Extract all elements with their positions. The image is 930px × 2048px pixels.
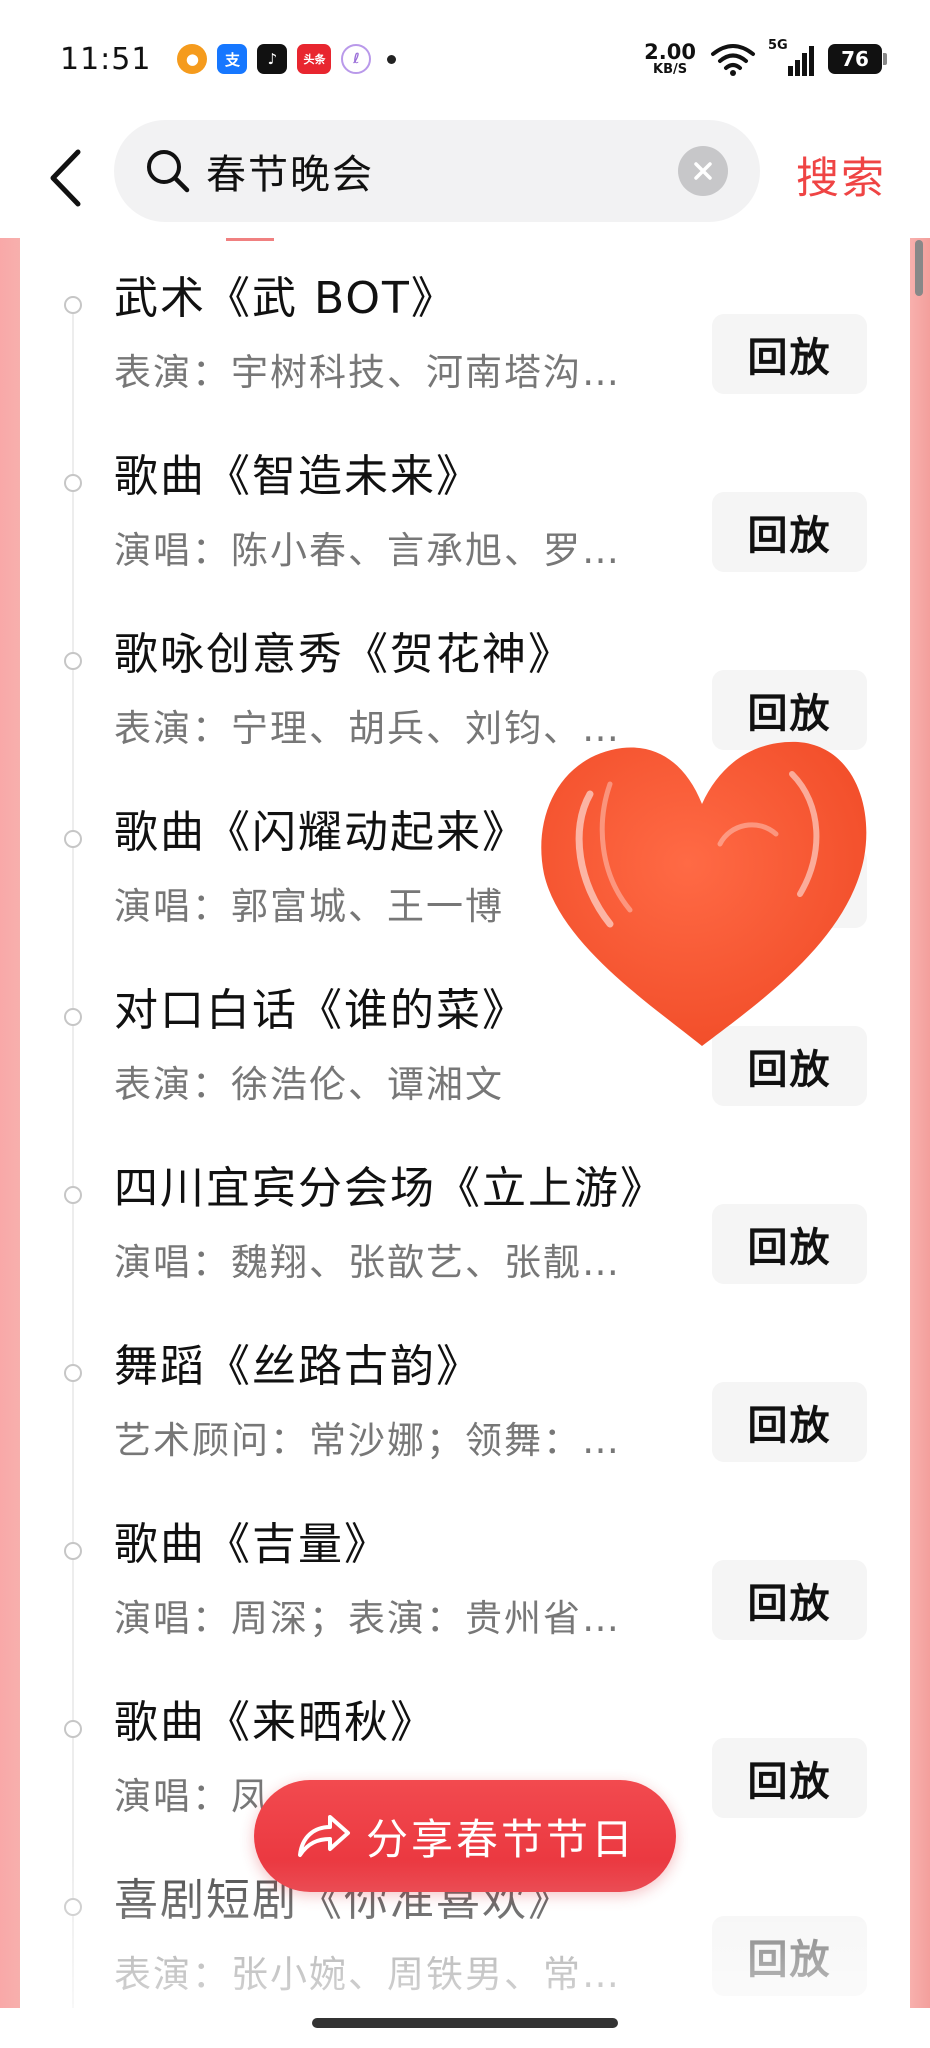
timeline-dot — [64, 1898, 82, 1916]
replay-button[interactable]: 回放 — [712, 314, 867, 394]
net-speed-value: 2.00 — [644, 40, 696, 64]
timeline-dot — [64, 1720, 82, 1738]
timeline-dot — [64, 830, 82, 848]
program-title[interactable]: 歌曲《吉量》 — [114, 1516, 390, 1574]
nav-bar — [0, 2008, 930, 2048]
share-arrow-icon — [294, 1807, 352, 1865]
program-title[interactable]: 武术《武 BOT》 — [114, 270, 457, 328]
replay-button[interactable]: 回放 — [712, 492, 867, 572]
signal-bar-4 — [809, 46, 814, 76]
signal-bar-2 — [795, 60, 800, 76]
program-performers: 演唱：陈小春、言承旭、罗… — [114, 529, 621, 572]
replay-button[interactable]: 回放 — [712, 1916, 867, 1996]
program-item[interactable]: 歌曲《吉量》演唱：周深；表演：贵州省… 回放 — [20, 1516, 910, 1694]
toutiao-icon: 头条 — [297, 44, 332, 74]
program-performers: 表演：徐浩伦、谭湘文 — [114, 1063, 504, 1106]
clip-icon: ℓ — [341, 44, 372, 74]
search-submit-button[interactable]: 搜索 — [796, 144, 886, 206]
program-list-panel: 武术《武 BOT》 表演：宇树科技、河南塔沟… 回放 歌曲《智造未来》 演唱：陈小春、言… — [20, 238, 910, 2008]
net-speed: 2.00 KB/S — [644, 40, 696, 77]
net-speed-unit: KB/S — [653, 62, 688, 77]
replay-button[interactable]: 回放 — [712, 1026, 867, 1106]
program-title[interactable]: 四川宜宾分会场《立上游》 — [114, 1160, 666, 1218]
tiktok-icon: ♪ — [257, 44, 288, 74]
battery-level: 76 — [841, 47, 869, 71]
clear-search-button[interactable] — [678, 146, 728, 196]
timeline-dot — [64, 1542, 82, 1560]
program-performers: 表演：宇树科技、河南塔沟… — [114, 351, 621, 394]
home-indicator[interactable] — [312, 2018, 618, 2028]
back-button[interactable] — [40, 138, 90, 218]
replay-button[interactable]: 回放 — [712, 1204, 867, 1284]
cellular-signal: 5G — [768, 38, 814, 76]
notification-icons: ● 支 ♪ 头条 ℓ — [177, 44, 397, 74]
program-item[interactable]: 四川宜宾分会场《立上游》演唱：魏翔、张歆艺、张靓… 回放 — [20, 1160, 910, 1338]
program-title[interactable]: 歌曲《闪耀动起来》 — [114, 804, 528, 862]
signal-bar-1 — [788, 66, 793, 76]
program-title[interactable]: 舞蹈《丝路古韵》 — [114, 1338, 482, 1396]
app-icon-orange: ● — [177, 44, 208, 74]
timeline-dot — [64, 1008, 82, 1026]
program-item[interactable]: 喜剧短剧《你准喜欢》 表演：张小婉、周铁男、常… 回放 — [20, 1872, 910, 2008]
status-time: 11:51 — [60, 41, 152, 77]
timeline-dot — [64, 1186, 82, 1204]
program-performers: 演唱：周深；表演：贵州省… — [114, 1597, 621, 1640]
signal-bar-3 — [802, 53, 807, 76]
replay-button[interactable]: 回放 — [712, 670, 867, 750]
replay-button[interactable]: 回放 — [712, 1738, 867, 1818]
wifi-icon — [711, 44, 755, 76]
scrollbar[interactable] — [915, 240, 923, 296]
program-title[interactable]: 对口白话《谁的菜》 — [114, 982, 528, 1040]
share-button[interactable]: 分享春节节日 — [254, 1780, 676, 1892]
program-performers: 表演：宁理、胡兵、刘钧、… — [114, 707, 621, 750]
program-item[interactable]: 歌曲《智造未来》演唱：陈小春、言承旭、罗… 回放 — [20, 448, 910, 626]
program-item[interactable]: 歌曲《闪耀动起来》演唱：郭富城、王一博 回放 — [20, 804, 910, 982]
search-header: 春节晚会 搜索 — [0, 118, 930, 238]
program-performers: 演唱：郭富城、王一博 — [114, 885, 504, 928]
replay-button[interactable]: 回放 — [712, 848, 867, 928]
program-performers: 艺术顾问：常沙娜；领舞：… — [114, 1419, 621, 1462]
program-performers: 演唱：魏翔、张歆艺、张靓… — [114, 1241, 621, 1284]
timeline-dot — [64, 1364, 82, 1382]
more-notifications-dot — [387, 54, 397, 64]
program-title[interactable]: 歌曲《来晒秋》 — [114, 1694, 436, 1752]
app-screen: 11:51 ● 支 ♪ 头条 ℓ 2.00 KB/S 5G 76 春节晚会 搜索… — [0, 0, 930, 2048]
search-icon — [144, 147, 192, 195]
program-item[interactable]: 舞蹈《丝路古韵》艺术顾问：常沙娜；领舞：… 回放 — [20, 1338, 910, 1516]
network-type: 5G — [768, 38, 788, 53]
alipay-icon: 支 — [217, 44, 248, 74]
timeline-dot — [64, 652, 82, 670]
close-icon — [694, 162, 712, 180]
timeline-dot — [64, 474, 82, 492]
program-list: 武术《武 BOT》 表演：宇树科技、河南塔沟… 回放 歌曲《智造未来》 演唱：陈小春、言… — [20, 270, 910, 2008]
program-performers: 表演：张小婉、周铁男、常… — [114, 1953, 621, 1996]
program-title[interactable]: 歌咏创意秀《贺花神》 — [114, 626, 574, 684]
timeline-dot — [64, 296, 82, 314]
replay-button[interactable]: 回放 — [712, 1382, 867, 1462]
status-bar: 11:51 ● 支 ♪ 头条 ℓ 2.00 KB/S 5G 76 — [0, 0, 930, 118]
search-input[interactable]: 春节晚会 — [206, 142, 374, 200]
program-item[interactable]: 武术《武 BOT》表演：宇树科技、河南塔沟… 回放 — [20, 270, 910, 448]
tab-indicator — [226, 238, 274, 241]
program-title[interactable]: 歌曲《智造未来》 — [114, 448, 482, 506]
search-box[interactable]: 春节晚会 — [114, 120, 760, 222]
status-right: 2.00 KB/S 5G 76 — [644, 38, 887, 77]
back-arrow-icon — [50, 149, 81, 207]
battery-indicator: 76 — [828, 44, 887, 74]
program-item[interactable]: 歌咏创意秀《贺花神》表演：宁理、胡兵、刘钧、… 回放 — [20, 626, 910, 804]
program-item[interactable]: 对口白话《谁的菜》表演：徐浩伦、谭湘文 回放 — [20, 982, 910, 1160]
replay-button[interactable]: 回放 — [712, 1560, 867, 1640]
share-label: 分享春节节日 — [365, 1814, 636, 1864]
